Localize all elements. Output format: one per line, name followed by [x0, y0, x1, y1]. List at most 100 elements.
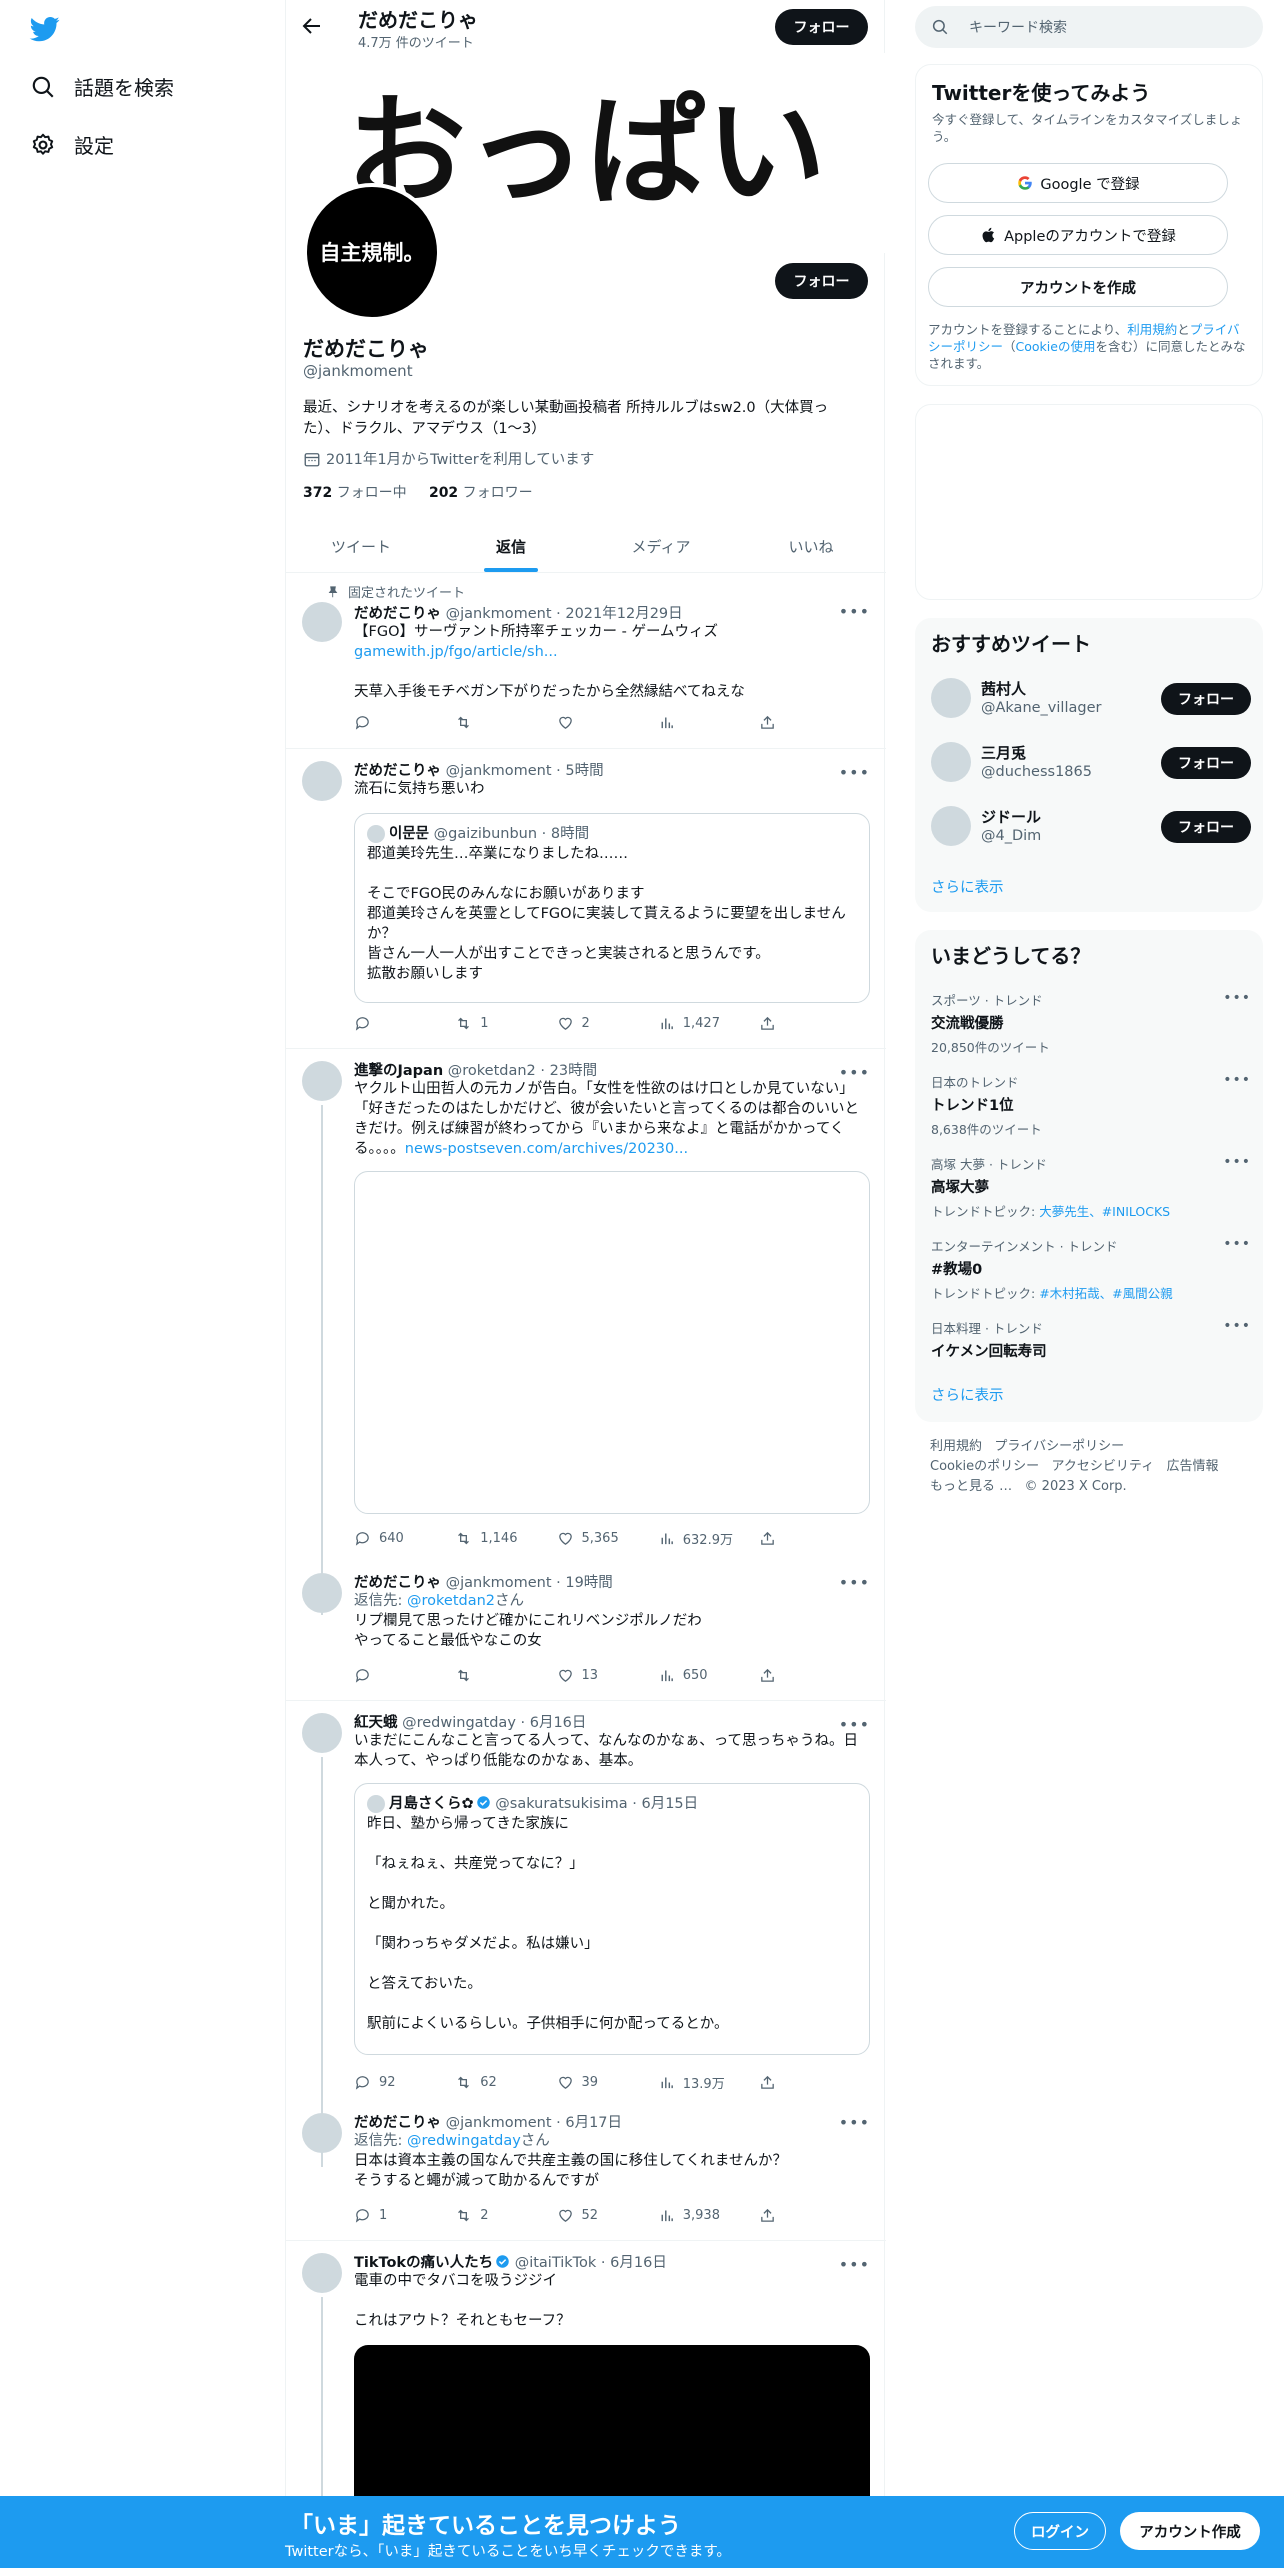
like-button[interactable]	[557, 714, 647, 731]
tab-media[interactable]: メディア	[586, 520, 736, 572]
trend-item[interactable]: 日本料理 · トレンド イケメン回転寿司 •••	[931, 1318, 1251, 1361]
avatar[interactable]	[302, 1061, 342, 1101]
share-button[interactable]	[759, 1015, 784, 1032]
search-box[interactable]: キーワード検索	[915, 6, 1263, 48]
trend-item[interactable]: エンターテインメント · トレンド #教場0 トレンドトピック: #木村拓哉、#…	[931, 1236, 1251, 1302]
follow-button[interactable]: フォロー	[1161, 811, 1251, 843]
tab-likes[interactable]: いいね	[736, 520, 886, 572]
views-button[interactable]	[658, 714, 748, 731]
like-button[interactable]: 13	[557, 1667, 647, 1684]
terms-link[interactable]: 利用規約	[1127, 322, 1177, 337]
footer-accessibility[interactable]: アクセシビリティ	[1052, 1459, 1155, 1474]
twitter-logo-icon[interactable]	[28, 14, 62, 44]
avatar[interactable]	[931, 742, 971, 782]
footer-terms[interactable]: 利用規約	[930, 1439, 982, 1454]
quoted-tweet[interactable]: 月島さくら✿ @sakuratsukisima · 6月15日 昨日、塾から帰っ…	[354, 1783, 870, 2055]
like-button[interactable]: 52	[557, 2207, 647, 2224]
author-name[interactable]: TikTokの痛い人たち	[354, 2255, 493, 2271]
apple-signup-button[interactable]: Appleのアカウントで登録	[928, 215, 1228, 255]
cookie-link[interactable]: Cookieの使用	[1016, 339, 1096, 354]
reply-button[interactable]	[354, 714, 444, 731]
avatar[interactable]	[302, 2253, 342, 2293]
footer-more[interactable]: もっと見る …	[930, 1479, 1012, 1494]
wtf-show-more[interactable]: さらに表示	[931, 876, 1004, 897]
link-card[interactable]	[354, 1171, 870, 1514]
tweet-reply[interactable]: ••• だめだこりゃ @jankmoment · 19時間 返信先: @roke…	[286, 1563, 886, 1701]
trend-topics-links[interactable]: #木村拓哉、#風間公親	[1039, 1286, 1172, 1301]
avatar[interactable]	[302, 2113, 342, 2153]
share-button[interactable]	[759, 1667, 784, 1684]
reply-to-handle[interactable]: @redwingatday	[407, 2133, 521, 2149]
tweet[interactable]: ••• 進撃のJapan @roketdan2 · 23時間 ヤクルト山田哲人の…	[286, 1049, 886, 1615]
quoted-tweet[interactable]: 이문문 @gaizibunbun · 8時間 郡道美玲先生…卒業になりましたね……	[354, 813, 870, 1003]
wtf-user[interactable]: ジドール @4_Dim フォロー	[931, 802, 1251, 850]
retweet-button[interactable]	[455, 1667, 545, 1684]
follow-button[interactable]: フォロー	[1161, 747, 1251, 779]
footer-ads[interactable]: 広告情報	[1167, 1459, 1219, 1474]
more-icon[interactable]: •••	[1223, 1236, 1251, 1252]
tweet[interactable]: ••• 紅天蛾 @redwingatday · 6月16日 いまだにこんなこと言…	[286, 1701, 886, 2167]
reply-button[interactable]: 1	[354, 2207, 444, 2224]
followers-link[interactable]: 202 フォロワー	[429, 485, 533, 501]
trend-topics-links[interactable]: 大夢先生、#INILOCKS	[1039, 1204, 1170, 1219]
tab-replies[interactable]: 返信	[436, 520, 586, 572]
follow-button[interactable]: フォロー	[1161, 683, 1251, 715]
create-account-button[interactable]: アカウントを作成	[928, 267, 1228, 307]
share-button[interactable]	[759, 2207, 784, 2224]
footer-cookie[interactable]: Cookieのポリシー	[930, 1459, 1039, 1474]
reply-button[interactable]: 640	[354, 1529, 444, 1548]
reply-button[interactable]: 92	[354, 2073, 444, 2092]
retweet-button[interactable]: 62	[455, 2073, 545, 2092]
trend-item[interactable]: スポーツ · トレンド 交流戦優勝 20,850件のツイート •••	[931, 990, 1251, 1056]
trend-item[interactable]: 高塚 大夢 · トレンド 高塚大夢 トレンドトピック: 大夢先生、#INILOC…	[931, 1154, 1251, 1220]
more-icon[interactable]: •••	[1223, 1318, 1251, 1334]
trend-item[interactable]: 日本のトレンド トレンド1位 8,638件のツイート •••	[931, 1072, 1251, 1138]
tweet[interactable]: ••• だめだこりゃ @jankmoment · 5時間 流石に気持ち悪いわ 이…	[286, 749, 886, 1049]
views-button[interactable]: 13.9万	[658, 2073, 748, 2092]
tweet-reply[interactable]: ••• だめだこりゃ @jankmoment · 6月17日 返信先: @red…	[286, 2111, 886, 2241]
share-button[interactable]	[759, 1529, 784, 1548]
avatar[interactable]	[302, 602, 342, 642]
retweet-button[interactable]: 2	[455, 2207, 545, 2224]
header-follow-button[interactable]: フォロー	[775, 9, 868, 45]
more-icon[interactable]: •••	[1223, 990, 1251, 1006]
footer-privacy[interactable]: プライバシーポリシー	[994, 1439, 1124, 1454]
views-button[interactable]: 650	[658, 1667, 748, 1684]
back-arrow-icon[interactable]	[300, 14, 324, 38]
retweet-button[interactable]: 1	[455, 1015, 545, 1032]
share-button[interactable]	[759, 2073, 784, 2092]
avatar[interactable]	[931, 806, 971, 846]
author-name[interactable]: だめだこりゃ	[354, 763, 441, 779]
retweet-button[interactable]: 1,146	[455, 1529, 545, 1548]
avatar[interactable]	[302, 1573, 342, 1613]
tweet-link[interactable]: gamewith.jp/fgo/article/sh...	[354, 642, 870, 662]
tab-tweets[interactable]: ツイート	[286, 520, 436, 572]
share-button[interactable]	[759, 714, 784, 731]
more-icon[interactable]: •••	[1223, 1154, 1251, 1170]
nav-explore[interactable]: 話題を検索	[30, 72, 174, 101]
views-button[interactable]: 1,427	[658, 1015, 748, 1032]
google-signup-button[interactable]: Google で登録	[928, 163, 1228, 203]
like-button[interactable]: 5,365	[557, 1529, 647, 1548]
tweet-link[interactable]: news-postseven.com/archives/20230...	[405, 1141, 688, 1157]
trends-show-more[interactable]: さらに表示	[931, 1384, 1004, 1405]
like-button[interactable]: 2	[557, 1015, 647, 1032]
like-button[interactable]: 39	[557, 2073, 647, 2092]
avatar[interactable]	[931, 678, 971, 718]
reply-button[interactable]	[354, 1015, 444, 1032]
author-name[interactable]: 紅天蛾	[354, 1715, 398, 1731]
login-button[interactable]: ログイン	[1014, 2512, 1106, 2550]
wtf-user[interactable]: 三月兎 @duchess1865 フォロー	[931, 738, 1251, 786]
tweet-pinned[interactable]: 固定されたツイート ••• だめだこりゃ @jankmoment · 2021年…	[286, 574, 886, 749]
author-name[interactable]: だめだこりゃ	[354, 2115, 441, 2131]
signup-button[interactable]: アカウント作成	[1120, 2512, 1260, 2550]
author-name[interactable]: だめだこりゃ	[354, 606, 441, 622]
reply-to-handle[interactable]: @roketdan2	[407, 1593, 495, 1609]
nav-settings[interactable]: 設定	[30, 130, 114, 159]
author-name[interactable]: だめだこりゃ	[354, 1575, 441, 1591]
avatar[interactable]	[302, 761, 342, 801]
profile-follow-button[interactable]: フォロー	[775, 263, 868, 299]
views-button[interactable]: 632.9万	[658, 1529, 748, 1548]
retweet-button[interactable]	[455, 714, 545, 731]
more-icon[interactable]: •••	[1223, 1072, 1251, 1088]
